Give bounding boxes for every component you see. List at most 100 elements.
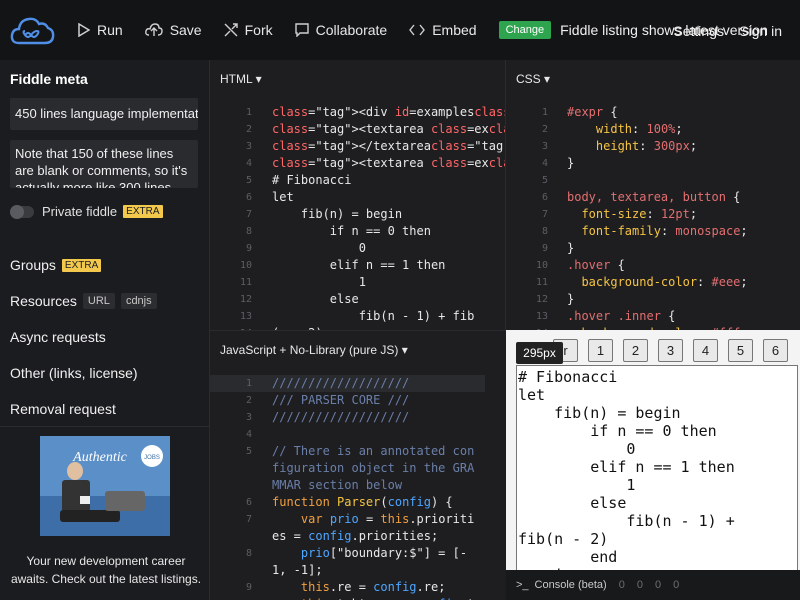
- fork-button[interactable]: Fork: [224, 22, 273, 38]
- line-number: 4: [245, 429, 252, 440]
- code-line[interactable]: MMAR section below: [272, 477, 474, 494]
- code-line[interactable]: this.re = config.re;: [272, 579, 474, 596]
- code-line[interactable]: .hover .inner {: [567, 308, 748, 325]
- example-button-3[interactable]: 3: [658, 339, 683, 362]
- collaborate-button[interactable]: Collaborate: [294, 22, 387, 38]
- code-line[interactable]: body, textarea, button {: [567, 189, 748, 206]
- code-line[interactable]: fib(n) = begin: [272, 206, 505, 223]
- code-line[interactable]: fib(n - 1) + fib: [272, 308, 505, 325]
- line-number: 9: [245, 243, 252, 254]
- code-line[interactable]: figuration object in the GRA: [272, 460, 474, 477]
- css-panel-header[interactable]: CSS ▾: [516, 72, 550, 86]
- sidebar-item-groups[interactable]: Groups EXTRA: [10, 257, 102, 273]
- code-line[interactable]: 0: [272, 240, 505, 257]
- code-line[interactable]: this.toktypes = config.t: [272, 596, 474, 600]
- result-panel[interactable]: r123456 295px # Fibonacci let fib(n) = b…: [506, 330, 800, 575]
- code-line[interactable]: prio["boundary:$"] = [-: [272, 545, 474, 562]
- console-label: Console (beta): [534, 579, 607, 591]
- chevron-down-icon: ▾: [401, 343, 408, 357]
- line-number: 12: [239, 294, 252, 305]
- code-line[interactable]: }: [567, 155, 748, 172]
- url-pill[interactable]: URL: [82, 293, 115, 309]
- code-line[interactable]: /// PARSER CORE ///: [272, 392, 474, 409]
- css-editor[interactable]: #expr { width: 100%; height: 300px;} bod…: [567, 104, 748, 330]
- code-line[interactable]: # Fibonacci: [272, 172, 505, 189]
- code-line[interactable]: elif n == 1 then: [272, 257, 505, 274]
- code-line[interactable]: .hover {: [567, 257, 748, 274]
- console-count: 0: [618, 579, 625, 591]
- code-line[interactable]: width: 100%;: [567, 121, 748, 138]
- code-brackets-icon: [409, 24, 426, 36]
- code-line[interactable]: 1, -1];: [272, 562, 474, 579]
- change-badge: Change: [498, 21, 552, 39]
- example-button-1[interactable]: 1: [588, 339, 613, 362]
- private-fiddle-toggle[interactable]: Private fiddle EXTRA: [10, 204, 163, 219]
- code-line[interactable]: function Parser(config) {: [272, 494, 474, 511]
- code-line[interactable]: }: [567, 240, 748, 257]
- html-panel[interactable]: HTML ▾ 1234567891011121314 class="tag"><…: [210, 60, 505, 330]
- line-number: 12: [535, 294, 548, 305]
- cdnjs-pill[interactable]: cdnjs: [120, 293, 157, 309]
- line-number: 4: [245, 158, 252, 169]
- sidebar-item-resources[interactable]: Resources URL cdnjs: [10, 293, 157, 309]
- code-line[interactable]: es = config.priorities;: [272, 528, 474, 545]
- example-button-2[interactable]: 2: [623, 339, 648, 362]
- embed-button[interactable]: Embed: [409, 22, 477, 38]
- embed-label: Embed: [432, 22, 477, 38]
- line-number: 2: [541, 124, 548, 135]
- js-editor[interactable]: ////////////////////// PARSER CORE /////…: [272, 375, 474, 600]
- code-line[interactable]: class="tag"><textarea class=exclass="tag…: [272, 121, 505, 138]
- code-line[interactable]: }: [567, 291, 748, 308]
- code-line[interactable]: 1: [272, 274, 505, 291]
- code-line[interactable]: ///////////////////: [272, 375, 474, 392]
- code-line[interactable]: let: [272, 189, 505, 206]
- code-line[interactable]: font-family: monospace;: [567, 223, 747, 240]
- code-line[interactable]: // There is an annotated con: [272, 443, 474, 460]
- sign-in-link[interactable]: Sign in: [739, 23, 782, 39]
- sidebar-item-removal[interactable]: Removal request: [10, 401, 116, 417]
- console-bar[interactable]: >_ Console (beta) 0 0 0 0: [506, 570, 800, 600]
- toggle-switch[interactable]: [10, 204, 34, 219]
- code-line[interactable]: #expr {: [567, 104, 748, 121]
- code-line[interactable]: if n == 0 then: [272, 223, 505, 240]
- code-line[interactable]: font-size: 12pt;: [567, 206, 748, 223]
- html-editor[interactable]: class="tag"><div id=examplesclass="tag">…: [272, 104, 505, 330]
- extra-badge: EXTRA: [61, 258, 102, 272]
- save-label: Save: [169, 22, 202, 38]
- line-number: 10: [535, 260, 548, 271]
- code-line[interactable]: class="tag"><div id=examplesclass="tag">…: [272, 104, 505, 121]
- code-line[interactable]: [272, 426, 474, 443]
- code-line[interactable]: var prio = this.prioriti: [272, 511, 474, 528]
- line-number: 9: [245, 582, 252, 593]
- line-number: 4: [541, 158, 548, 169]
- example-button-4[interactable]: 4: [693, 339, 718, 362]
- top-bar: Run Save Fork Collaborate Embed Change F…: [0, 0, 800, 60]
- save-button[interactable]: Save: [144, 22, 202, 38]
- job-ad-image[interactable]: JOBS Authentic: [40, 436, 170, 536]
- css-panel[interactable]: CSS ▾ 1234567891011121314 #expr { width:…: [506, 60, 800, 330]
- job-ad-text[interactable]: Your new development career awaits. Chec…: [10, 552, 202, 588]
- sidebar-item-other[interactable]: Other (links, license): [10, 365, 138, 381]
- code-line[interactable]: else: [272, 291, 505, 308]
- sidebar-item-async[interactable]: Async requests: [10, 329, 106, 345]
- js-panel-title: JavaScript + No-Library (pure JS): [220, 343, 399, 357]
- code-line[interactable]: class="tag"><textarea class=exclass="tag…: [272, 155, 505, 172]
- code-line[interactable]: background-color: #eee;: [567, 274, 748, 291]
- example-button-5[interactable]: 5: [728, 339, 753, 362]
- settings-link[interactable]: Settings: [673, 23, 724, 39]
- line-numbers: 1234567891011121314: [210, 104, 252, 330]
- expression-textarea[interactable]: # Fibonacci let fib(n) = begin if n == 0…: [516, 365, 798, 575]
- html-panel-header[interactable]: HTML ▾: [220, 72, 262, 86]
- example-button-6[interactable]: 6: [763, 339, 788, 362]
- code-line[interactable]: ///////////////////: [272, 409, 474, 426]
- fiddle-name-input[interactable]: 450 lines language implementation: [10, 98, 198, 130]
- fiddle-description-input[interactable]: Note that 150 of these lines are blank o…: [10, 140, 198, 188]
- private-fiddle-label: Private fiddle: [42, 204, 118, 219]
- run-button[interactable]: Run: [78, 22, 123, 38]
- js-panel-header[interactable]: JavaScript + No-Library (pure JS) ▾: [220, 343, 408, 357]
- js-panel[interactable]: JavaScript + No-Library (pure JS) ▾ 1 2 3 4…: [210, 331, 505, 600]
- code-line[interactable]: [567, 172, 748, 189]
- code-line[interactable]: height: 300px;: [567, 138, 748, 155]
- code-line[interactable]: class="tag"></textareaclass="tag">>: [272, 138, 505, 155]
- jsfiddle-logo[interactable]: [8, 12, 56, 48]
